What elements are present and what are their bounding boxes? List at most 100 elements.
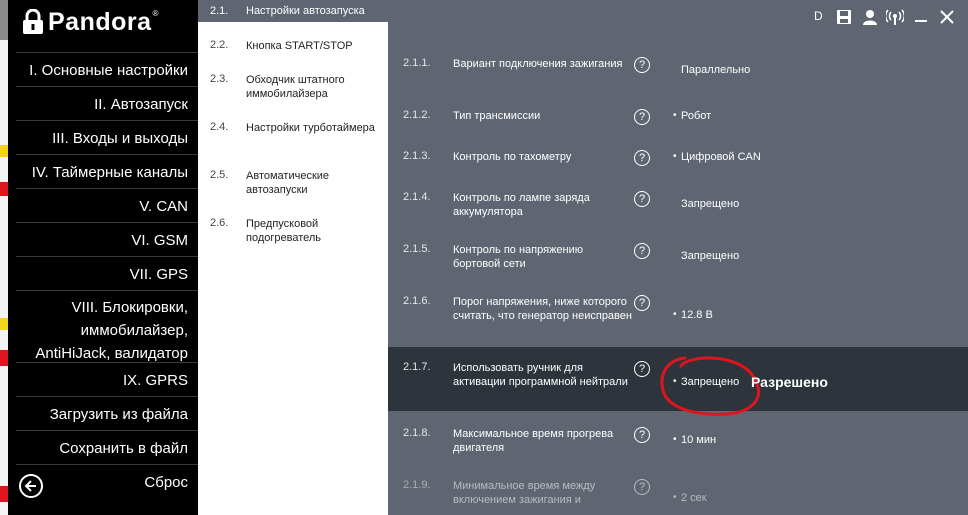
- param-row[interactable]: 2.1.5. Контроль по напряжению бортовой с…: [388, 243, 668, 283]
- pandora-logo: Pandora ®: [22, 8, 158, 36]
- menu-label: VI. GSM: [131, 232, 188, 249]
- menu-item-main-settings[interactable]: I. Основные настройки: [16, 52, 198, 86]
- param-number: 2.1.6.: [403, 295, 431, 307]
- menu-label: IV. Таймерные каналы: [31, 164, 188, 181]
- minimize-icon[interactable]: [914, 9, 928, 27]
- submenu-label: Настройки автозапуска: [246, 5, 365, 17]
- submenu-label: Обходчик штатного иммобилайзера: [246, 74, 345, 100]
- submenu-label: Автоматические автозапуски: [246, 170, 330, 196]
- help-icon[interactable]: ?: [634, 109, 650, 125]
- value-bullet: •: [673, 492, 677, 503]
- param-row[interactable]: 2.1.2. Тип трансмиссии ?: [388, 109, 668, 139]
- submenu-label: Кнопка START/STOP: [246, 40, 353, 52]
- value-text: Запрещено: [681, 198, 740, 210]
- param-label: Контроль по напряжению бортовой сети: [453, 244, 584, 270]
- param-label: Порог напряжения, ниже которого считать,…: [453, 296, 632, 322]
- param-label: Минимальное время между включением зажиг…: [453, 480, 596, 506]
- value-bullet: •: [673, 434, 677, 445]
- signal-icon[interactable]: [884, 9, 906, 27]
- param-label: Вариант подключения зажигания: [453, 58, 623, 70]
- help-icon[interactable]: ?: [634, 295, 650, 311]
- submenu-item-active[interactable]: 2.1. Настройки автозапуска: [198, 0, 388, 22]
- menu-label: V. CAN: [139, 198, 188, 215]
- value-text: Цифровой CAN: [681, 151, 761, 163]
- menu-label: Сохранить в файл: [59, 440, 188, 457]
- param-label: Контроль по тахометру: [453, 151, 572, 163]
- menu-item-save-to-file[interactable]: Сохранить в файл: [16, 430, 198, 464]
- param-label: Максимальное время прогрева двигателя: [453, 428, 614, 454]
- menu-item-gsm[interactable]: VI. GSM: [16, 222, 198, 256]
- menu-item-inputs-outputs[interactable]: III. Входы и выходы: [16, 120, 198, 154]
- submenu-number: 2.1.: [210, 5, 229, 17]
- value-text: 2 сек: [681, 492, 707, 504]
- help-icon[interactable]: ?: [634, 243, 650, 259]
- back-arrow-icon[interactable]: [19, 474, 43, 498]
- menu-item-reset[interactable]: Сброс: [16, 464, 198, 498]
- registered-mark: ®: [152, 8, 159, 18]
- submenu-number: 2.2.: [210, 39, 229, 51]
- menu-item-timer-channels[interactable]: IV. Таймерные каналы: [16, 154, 198, 188]
- param-number: 2.1.4.: [403, 191, 431, 203]
- help-icon[interactable]: ?: [634, 361, 650, 377]
- submenu-number: 2.6.: [210, 217, 229, 229]
- help-icon[interactable]: ?: [634, 479, 650, 495]
- submenu-item[interactable]: 2.2. Кнопка START/STOP: [198, 39, 388, 69]
- param-row[interactable]: 2.1.4. Контроль по лампе заряда аккумуля…: [388, 191, 668, 231]
- main-menu: Pandora ® I. Основные настройки II. Авто…: [8, 0, 198, 515]
- menu-item-load-from-file[interactable]: Загрузить из файла: [16, 396, 198, 430]
- param-row[interactable]: 2.1.3. Контроль по тахометру ?: [388, 150, 668, 180]
- param-number: 2.1.3.: [403, 150, 431, 162]
- param-row[interactable]: 2.1.6. Порог напряжения, ниже которого с…: [388, 295, 668, 343]
- help-icon[interactable]: ?: [634, 191, 650, 207]
- value-bullet: •: [673, 110, 677, 121]
- param-row[interactable]: 2.1.8. Максимальное время прогрева двига…: [388, 427, 668, 463]
- logo-text: Pandora: [48, 7, 152, 36]
- menu-item-gps[interactable]: VII. GPS: [16, 256, 198, 290]
- param-label: Использовать ручник для активации програ…: [453, 362, 628, 388]
- submenu-number: 2.3.: [210, 73, 229, 85]
- param-number: 2.1.8.: [403, 427, 431, 439]
- help-icon[interactable]: ?: [634, 150, 650, 166]
- param-row-selected[interactable]: 2.1.7. Использовать ручник для активации…: [388, 361, 668, 409]
- lock-icon: [22, 8, 44, 35]
- menu-label: III. Входы и выходы: [52, 130, 188, 147]
- value-text: 12.8 В: [681, 309, 713, 321]
- autostart-submenu: 2.1. Настройки автозапуска 2.2. Кнопка S…: [198, 0, 388, 515]
- param-row[interactable]: 2.1.9. Минимальное время между включение…: [388, 479, 668, 515]
- param-label: Контроль по лампе заряда аккумулятора: [453, 192, 590, 218]
- param-number: 2.1.7.: [403, 361, 431, 373]
- submenu-number: 2.4.: [210, 121, 229, 133]
- submenu-item[interactable]: 2.5. Автоматические автозапуски: [198, 169, 388, 209]
- param-row[interactable]: 2.1.1. Вариант подключения зажигания ?: [388, 57, 668, 97]
- menu-label: II. Автозапуск: [94, 96, 188, 113]
- submenu-item[interactable]: 2.3. Обходчик штатного иммобилайзера: [198, 73, 388, 113]
- user-icon[interactable]: [862, 9, 878, 27]
- param-label: Тип трансмиссии: [453, 110, 541, 122]
- submenu-label: Настройки турботаймера: [246, 122, 375, 134]
- submenu-item[interactable]: 2.6. Предпусковой подогреватель: [198, 217, 388, 257]
- param-number: 2.1.5.: [403, 243, 431, 255]
- submenu-item[interactable]: 2.4. Настройки турботаймера: [198, 121, 388, 161]
- device-letter[interactable]: D: [814, 9, 823, 27]
- menu-item-gprs[interactable]: IX. GPRS: [16, 362, 198, 396]
- help-icon[interactable]: ?: [634, 57, 650, 73]
- value-bullet: •: [673, 151, 677, 162]
- menu-item-can[interactable]: V. CAN: [16, 188, 198, 222]
- param-number: 2.1.9.: [403, 479, 431, 491]
- close-icon[interactable]: [940, 9, 954, 27]
- submenu-label: Предпусковой подогреватель: [246, 218, 322, 244]
- menu-item-locks-immobilizer[interactable]: VIII. Блокировки, иммобилайзер, AntiHiJa…: [16, 290, 198, 362]
- value-text: 10 мин: [681, 434, 717, 446]
- menu-label: VII. GPS: [129, 266, 188, 283]
- save-icon[interactable]: [836, 9, 852, 27]
- red-circle-annotation: [660, 356, 760, 416]
- menu-label: I. Основные настройки: [29, 62, 188, 79]
- help-icon[interactable]: ?: [634, 427, 650, 443]
- menu-label: иммобилайзер,: [80, 322, 188, 339]
- value-text: Запрещено: [681, 250, 740, 262]
- background-window-edge: [0, 0, 8, 515]
- menu-label: Загрузить из файла: [49, 406, 188, 423]
- menu-item-autostart[interactable]: II. Автозапуск: [16, 86, 198, 120]
- value-text: Робот: [681, 110, 712, 122]
- submenu-number: 2.5.: [210, 169, 229, 181]
